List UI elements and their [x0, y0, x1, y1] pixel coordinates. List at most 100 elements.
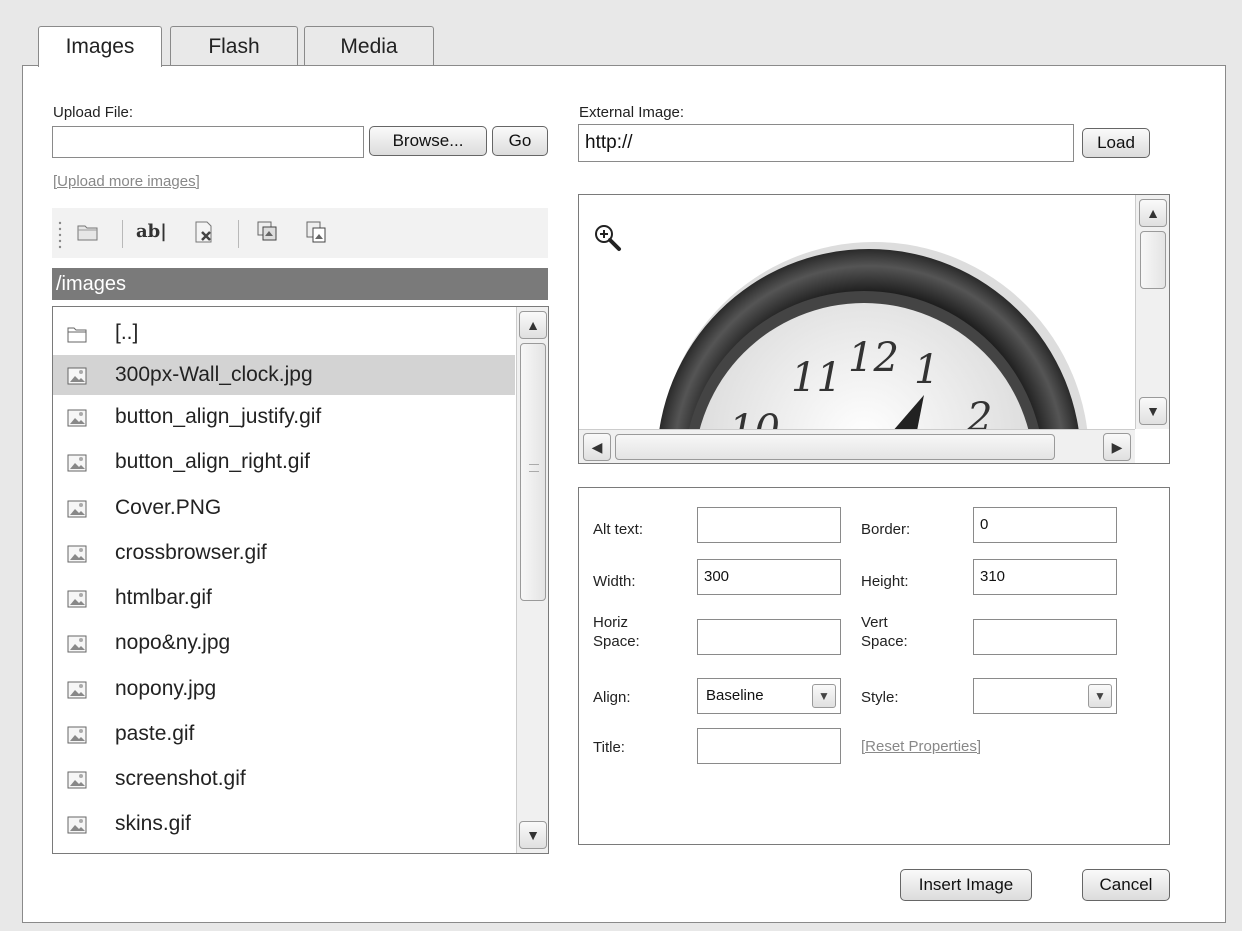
image-file-icon — [67, 590, 87, 608]
go-button[interactable]: Go — [492, 126, 548, 156]
list-item[interactable]: crossbrowser.gif — [53, 533, 515, 573]
chevron-down-icon[interactable]: ▼ — [1088, 684, 1112, 708]
file-name: button_align_justify.gif — [115, 405, 322, 428]
height-input[interactable]: 310 — [973, 559, 1117, 595]
scroll-down-icon[interactable]: ▼ — [519, 821, 547, 849]
image-file-icon — [67, 545, 87, 563]
list-item[interactable]: 300px-Wall_clock.jpg — [53, 355, 515, 395]
file-name: skins.gif — [115, 812, 191, 835]
width-label: Width: — [593, 573, 636, 590]
align-select[interactable]: Baseline ▼ — [697, 678, 841, 714]
list-item[interactable]: button_align_justify.gif — [53, 397, 515, 437]
file-list: [..] 300px-Wall_clock.jpg button_align_j… — [52, 306, 549, 854]
image-properties-panel: Alt text: Border: 0 Width: 300 Height: 3… — [578, 487, 1170, 845]
file-name: button_align_right.gif — [115, 450, 310, 473]
upload-file-input[interactable] — [52, 126, 364, 158]
list-item[interactable]: paste.gif — [53, 714, 515, 754]
upload-file-label: Upload File: — [53, 104, 134, 121]
clock-numeral: 10 — [729, 407, 780, 429]
alt-text-label: Alt text: — [593, 521, 644, 538]
list-item[interactable]: screenshot.gif — [53, 759, 515, 799]
image-file-icon — [67, 681, 87, 699]
cancel-button[interactable]: Cancel — [1082, 869, 1170, 901]
clock-image: 11 12 1 2 10 — [659, 242, 1088, 429]
image-file-icon — [67, 635, 87, 653]
image-file-icon — [67, 771, 87, 789]
scroll-left-icon[interactable]: ◀ — [583, 433, 611, 461]
preview-horizontal-scrollbar[interactable]: ◀ ▶ — [579, 429, 1135, 463]
list-item[interactable]: skins.gif — [53, 804, 515, 844]
folder-icon — [67, 327, 87, 343]
title-label: Title: — [593, 739, 625, 756]
vert-space-label: Vert Space: — [861, 614, 908, 650]
clock-numeral: 1 — [914, 347, 939, 393]
file-toolbar: ab| — [52, 208, 548, 258]
image-file-icon — [67, 816, 87, 834]
zoom-in-icon[interactable] — [593, 223, 623, 253]
external-image-label: External Image: — [579, 104, 685, 121]
file-name: nopony.jpg — [115, 677, 217, 700]
list-item[interactable]: nopony.jpg — [53, 669, 515, 709]
list-item[interactable]: nopo&ny.jpg — [53, 623, 515, 663]
height-label: Height: — [861, 573, 909, 590]
scroll-up-icon[interactable]: ▲ — [519, 311, 547, 339]
file-name: htmlbar.gif — [115, 586, 212, 609]
style-label: Style: — [861, 689, 899, 706]
upload-more-link[interactable]: [Upload more images] — [53, 173, 200, 190]
preview-vertical-scrollbar[interactable]: ▲ ▼ — [1135, 195, 1169, 429]
scroll-right-icon[interactable]: ▶ — [1103, 433, 1131, 461]
clock-numeral: 11 — [791, 355, 842, 401]
border-input[interactable]: 0 — [973, 507, 1117, 543]
clock-numeral: 2 — [966, 395, 992, 429]
scroll-up-icon[interactable]: ▲ — [1139, 199, 1167, 227]
file-name: screenshot.gif — [115, 767, 246, 790]
list-item[interactable]: htmlbar.gif — [53, 578, 515, 618]
external-url-input[interactable]: http:// — [578, 124, 1074, 162]
rename-icon[interactable]: ab| — [136, 220, 172, 244]
image-file-icon — [67, 454, 87, 472]
scroll-thumb[interactable] — [1140, 231, 1166, 289]
scroll-thumb[interactable] — [615, 434, 1055, 460]
file-name: paste.gif — [115, 722, 195, 745]
scroll-down-icon[interactable]: ▼ — [1139, 397, 1167, 425]
scroll-thumb[interactable] — [520, 343, 546, 601]
copy-icon[interactable] — [256, 220, 280, 244]
list-item[interactable]: Cover.PNG — [53, 488, 515, 528]
vert-space-input[interactable] — [973, 619, 1117, 655]
delete-icon[interactable] — [192, 220, 216, 244]
list-item-partial[interactable] — [53, 847, 515, 853]
toolbar-separator — [122, 220, 123, 248]
file-name: 300px-Wall_clock.jpg — [115, 363, 313, 386]
file-name: nopo&ny.jpg — [115, 631, 231, 654]
file-list-scrollbar[interactable]: ▲ ▼ — [516, 307, 548, 853]
file-name: [..] — [115, 321, 139, 344]
horiz-space-input[interactable] — [697, 619, 841, 655]
clock-numeral: 12 — [848, 335, 899, 381]
image-file-icon — [67, 726, 87, 744]
chevron-down-icon[interactable]: ▼ — [812, 684, 836, 708]
alt-text-input[interactable] — [697, 507, 841, 543]
title-input[interactable] — [697, 728, 841, 764]
browse-button[interactable]: Browse... — [369, 126, 487, 156]
image-file-icon — [67, 500, 87, 518]
toolbar-separator — [238, 220, 239, 248]
file-name: Cover.PNG — [115, 496, 222, 519]
horiz-space-label: Horiz Space: — [593, 614, 640, 650]
toolbar-grip-icon — [58, 221, 62, 249]
load-button[interactable]: Load — [1082, 128, 1150, 158]
image-file-icon — [67, 409, 87, 427]
insert-image-button[interactable]: Insert Image — [900, 869, 1032, 901]
list-item[interactable]: [..] — [53, 313, 515, 353]
image-file-icon — [67, 367, 87, 385]
border-label: Border: — [861, 521, 911, 538]
style-select[interactable]: ▼ — [973, 678, 1117, 714]
width-input[interactable]: 300 — [697, 559, 841, 595]
file-name: crossbrowser.gif — [115, 541, 267, 564]
new-folder-icon[interactable] — [76, 220, 100, 244]
list-item[interactable]: button_align_right.gif — [53, 442, 515, 482]
paste-icon[interactable] — [304, 220, 328, 244]
reset-properties-link[interactable]: [Reset Properties] — [861, 738, 981, 755]
current-path: /images — [52, 268, 548, 300]
image-preview: 11 12 1 2 10 ▲ ▼ ◀ ▶ — [578, 194, 1170, 464]
align-label: Align: — [593, 689, 631, 706]
